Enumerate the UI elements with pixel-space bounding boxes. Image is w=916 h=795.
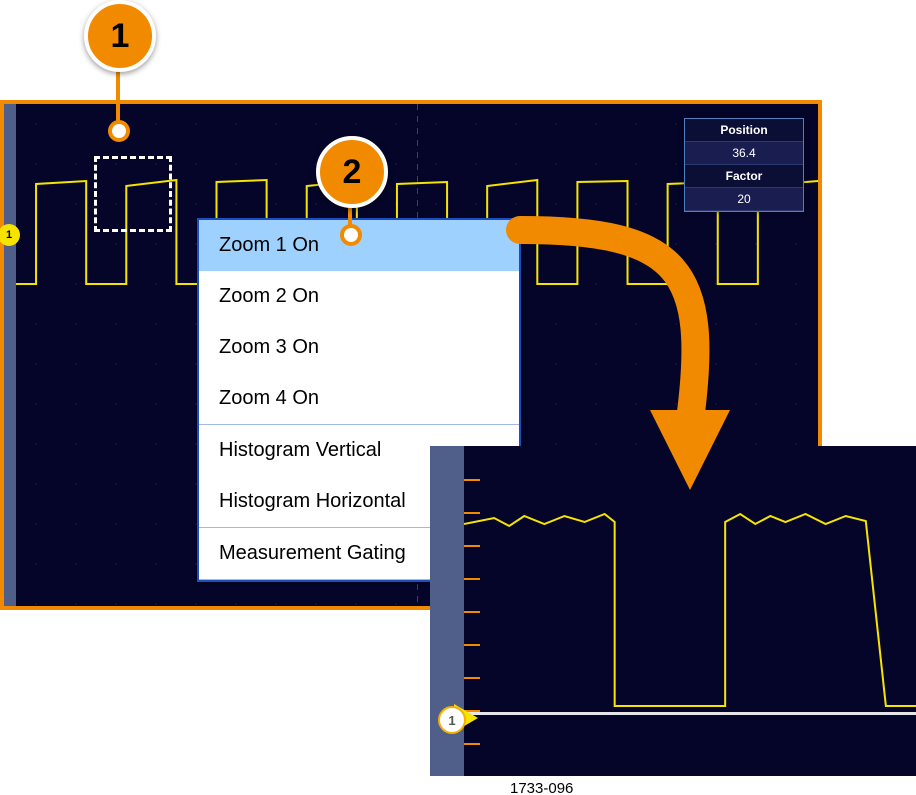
context-menu-group: Zoom 1 On Zoom 2 On Zoom 3 On Zoom 4 On	[199, 220, 519, 425]
menu-item-zoom2-on[interactable]: Zoom 2 On	[199, 271, 519, 322]
menu-item-zoom3-on[interactable]: Zoom 3 On	[199, 322, 519, 373]
zero-reference-line	[464, 712, 916, 715]
menu-item-zoom4-on[interactable]: Zoom 4 On	[199, 373, 519, 424]
callout-stem	[116, 68, 120, 122]
scope-left-edge	[4, 104, 16, 606]
channel-marker-zoom: 1	[438, 704, 472, 732]
channel-marker-label: 1	[6, 229, 12, 241]
image-id-label: 1733-096	[510, 780, 573, 795]
callout-label: 1	[111, 17, 130, 56]
callout-badge-2: 2	[316, 136, 388, 208]
zoom-readout-panel: Position 36.4 Factor 20	[684, 118, 804, 212]
oscilloscope-zoom-display[interactable]: 1	[430, 446, 916, 776]
zoom-selection-rectangle[interactable]	[94, 156, 172, 232]
position-value: 36.4	[685, 142, 803, 165]
callout-badge-1: 1	[84, 0, 156, 72]
callout-dot	[340, 224, 362, 246]
scope-graticule	[464, 446, 916, 776]
factor-label: Factor	[685, 165, 803, 188]
channel-marker-label: 1	[438, 706, 466, 734]
callout-label: 2	[343, 153, 362, 192]
position-label: Position	[685, 119, 803, 142]
callout-dot	[108, 120, 130, 142]
factor-value: 20	[685, 188, 803, 211]
